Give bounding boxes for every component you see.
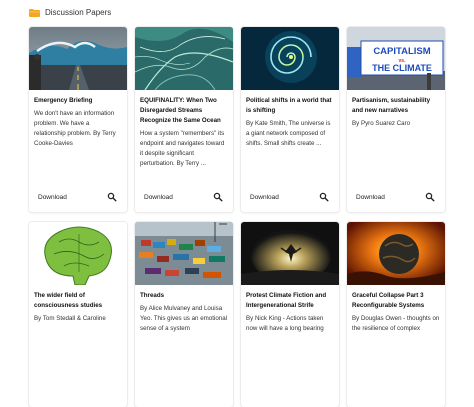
paper-title[interactable]: Emergency Briefing (34, 96, 122, 106)
download-button[interactable]: Download (144, 194, 173, 201)
paper-thumbnail[interactable] (135, 222, 233, 285)
folder-icon (29, 8, 40, 17)
paper-description: We don't have an information problem. We… (34, 110, 116, 147)
download-button[interactable]: Download (250, 194, 279, 201)
paper-description: By Kate Smith, The universe is a giant n… (246, 120, 331, 147)
paper-thumbnail[interactable] (241, 222, 339, 285)
paper-card[interactable]: Threads By Alice Mulvaney and Louisa Yeo… (135, 222, 233, 407)
search-icon[interactable] (319, 192, 329, 202)
paper-title[interactable]: Partisanism, sustainability and new narr… (352, 96, 440, 116)
section-header: Discussion Papers (29, 8, 111, 17)
paper-thumbnail[interactable] (241, 27, 339, 90)
paper-card[interactable]: The wider field of consciousness studies… (29, 222, 127, 407)
search-icon[interactable] (213, 192, 223, 202)
paper-title[interactable]: EQUIFINALITY: When Two Disregarded Strea… (140, 96, 228, 126)
paper-card[interactable]: CAPITALISM vs. THE CLIMATE Partisanism, … (347, 27, 445, 212)
paper-card[interactable]: Political shifts in a world that is shif… (241, 27, 339, 212)
paper-description: By Tom Stedall & Caroline (34, 315, 106, 322)
image-text-the-climate: THE CLIMATE (372, 63, 432, 73)
paper-title[interactable]: Threads (140, 291, 228, 301)
paper-thumbnail[interactable] (135, 27, 233, 90)
section-title: Discussion Papers (45, 8, 112, 17)
paper-card[interactable]: Emergency Briefing We don't have an info… (29, 27, 127, 212)
image-text-capitalism: CAPITALISM (373, 46, 430, 57)
paper-card[interactable]: EQUIFINALITY: When Two Disregarded Strea… (135, 27, 233, 212)
paper-card[interactable]: Protest Climate Fiction and Intergenerat… (241, 222, 339, 407)
paper-card[interactable]: Graceful Collapse Part 3 Reconfigurable … (347, 222, 445, 407)
paper-description: By Nick King - Actions taken now will ha… (246, 315, 324, 332)
paper-title[interactable]: Protest Climate Fiction and Intergenerat… (246, 291, 334, 311)
paper-description: By Pyro Suarez Caro (352, 120, 411, 127)
paper-title[interactable]: Graceful Collapse Part 3 Reconfigurable … (352, 291, 440, 311)
paper-description: How a system "remembers" its endpoint an… (140, 130, 225, 167)
paper-description: By Douglas Owen - thoughts on the resili… (352, 315, 440, 332)
paper-title[interactable]: Political shifts in a world that is shif… (246, 96, 334, 116)
paper-title[interactable]: The wider field of consciousness studies (34, 291, 122, 311)
download-button[interactable]: Download (356, 194, 385, 201)
paper-thumbnail[interactable] (29, 222, 127, 285)
paper-description: By Alice Mulvaney and Louisa Yeo. This g… (140, 305, 228, 332)
search-icon[interactable] (425, 192, 435, 202)
search-icon[interactable] (107, 192, 117, 202)
download-button[interactable]: Download (38, 194, 67, 201)
paper-thumbnail[interactable] (347, 222, 445, 285)
paper-thumbnail[interactable]: CAPITALISM vs. THE CLIMATE (347, 27, 445, 90)
paper-thumbnail[interactable] (29, 27, 127, 90)
